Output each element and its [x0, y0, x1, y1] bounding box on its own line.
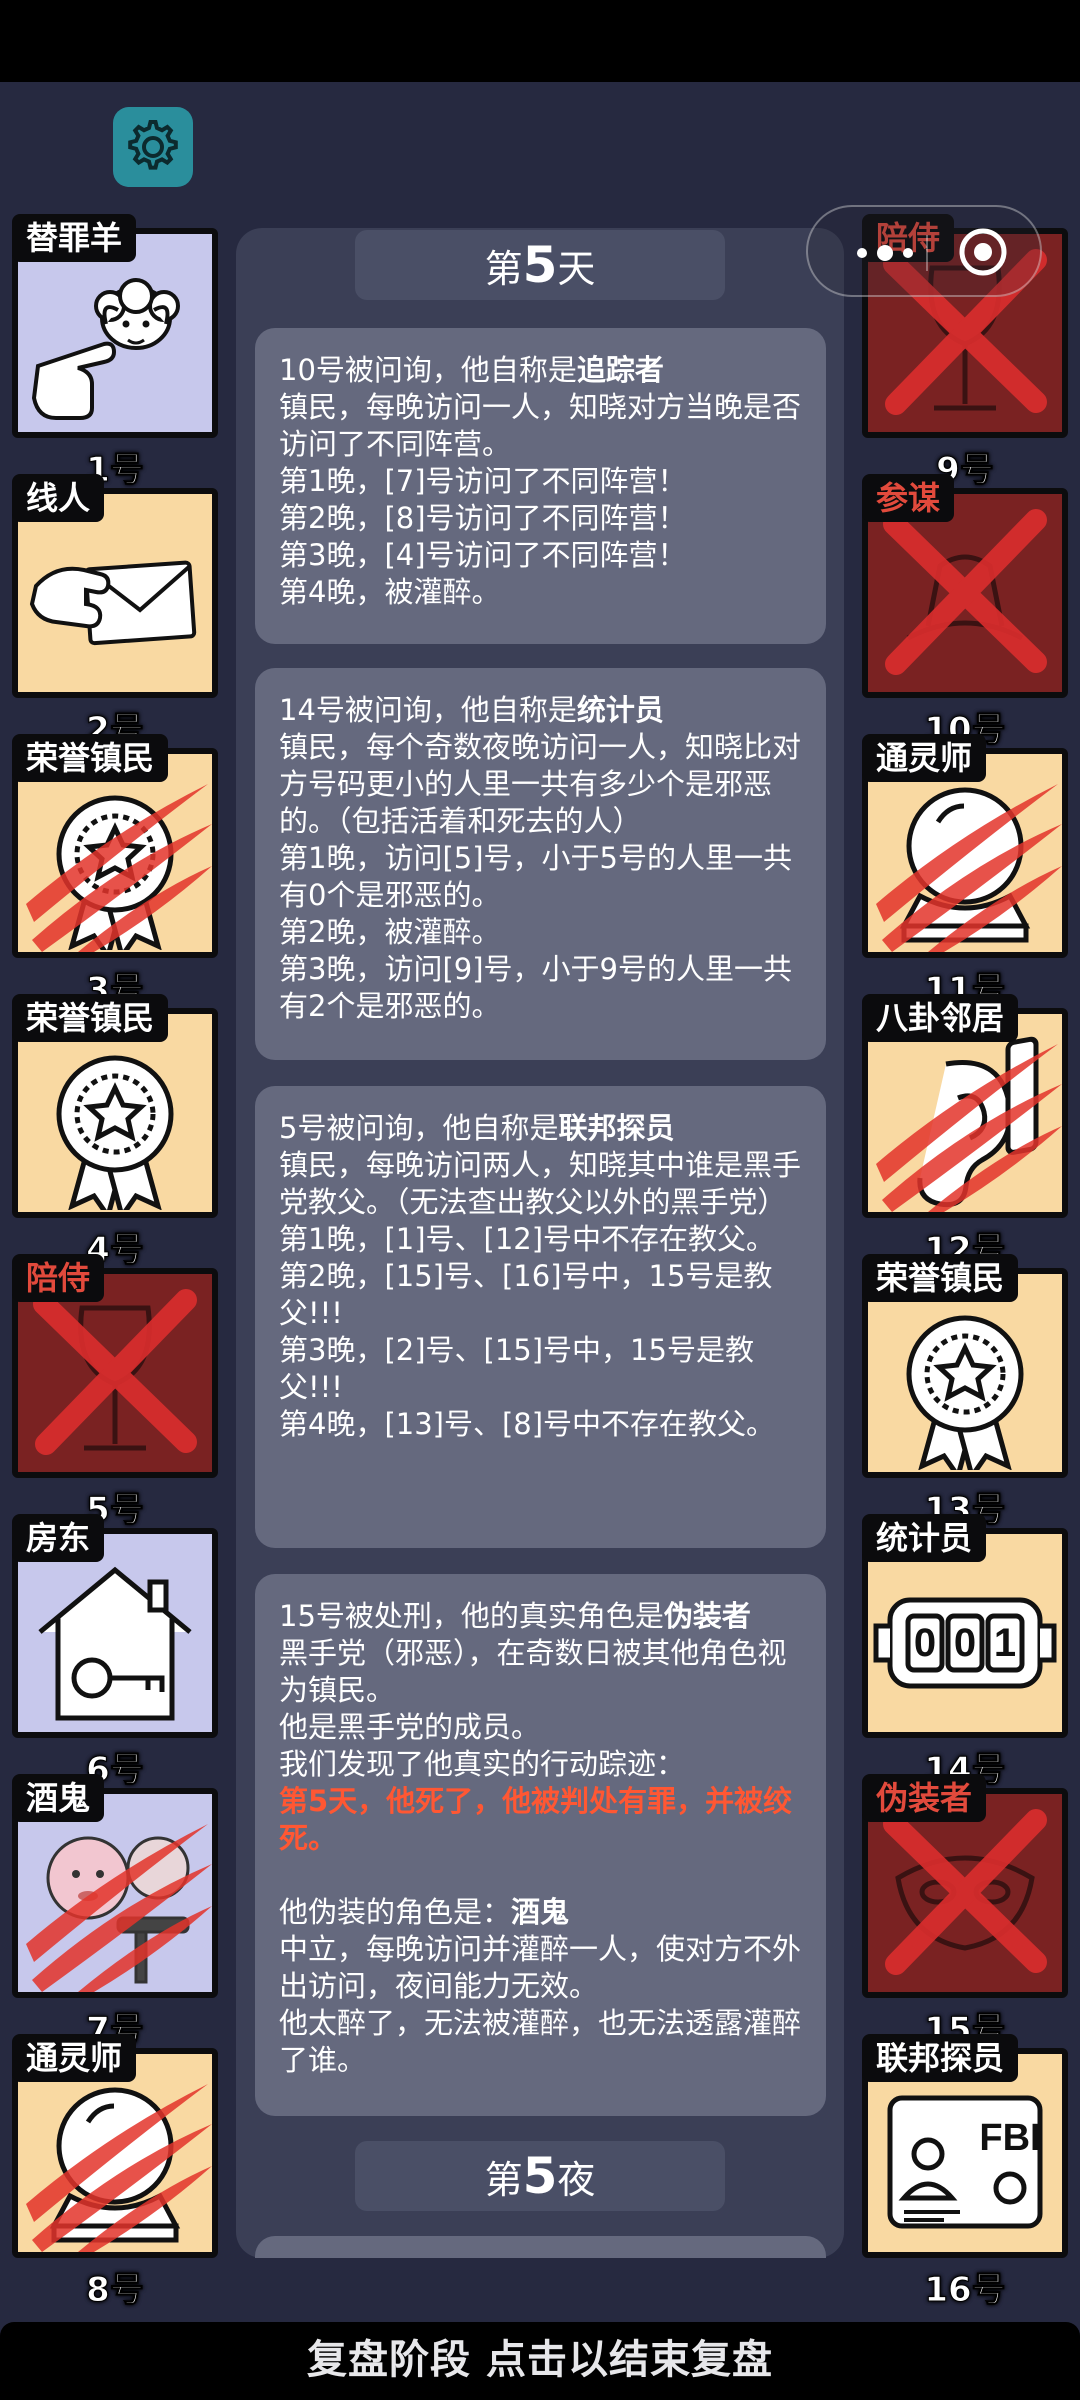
- claw-scratch-mark: [26, 784, 212, 952]
- player-card-6[interactable]: 房东 6号: [12, 1514, 218, 1791]
- highlight-text: 第5天，他死了，他被判处有罪，并被绞死。: [279, 1784, 793, 1855]
- player-card-2[interactable]: 线人 2号: [12, 474, 218, 751]
- role-name-bold: 伪装者: [663, 1599, 751, 1633]
- role-name-bold: 统计员: [576, 693, 664, 727]
- role-name-bold: 追踪者: [576, 353, 664, 387]
- player-card-5[interactable]: 陪侍 5号: [12, 1254, 218, 1531]
- role-name-tag: 八卦邻居: [862, 994, 1019, 1042]
- message-text: 他太醉了，无法被灌醉，也无法透露灌醉了谁。: [279, 2006, 802, 2077]
- message-text: 第3晚，[2]号、[15]号中，15号是教父!!!: [279, 1333, 754, 1404]
- message-text: 第2晚，被灌醉。: [279, 915, 501, 949]
- message-card-partial: [255, 2236, 826, 2258]
- status-bar: [0, 0, 1080, 82]
- player-card-7[interactable]: 酒鬼 7号: [12, 1774, 218, 2051]
- message-text: 第3晚，[4]号访问了不同阵营！: [279, 538, 687, 572]
- counter-digit: 1: [994, 1621, 1016, 1665]
- role-name-tag: 陪侍: [12, 1254, 105, 1302]
- message-card: 15号被处刑，他的真实角色是伪装者 黑手党（邪恶），在奇数日被其他角色视为镇民。他…: [255, 1574, 826, 2116]
- message-text: 第4晚，[13]号、[8]号中不存在教父。: [279, 1407, 776, 1441]
- message-text: 镇民，每个奇数夜晚访问一人，知晓比对方号码更小的人里一共有多少个是邪恶的。（包括…: [279, 730, 802, 838]
- player-card-15[interactable]: 伪装者 15号: [862, 1774, 1068, 2051]
- dead-x-mark: [33, 1289, 197, 1455]
- message-text: 第4晚，被灌醉。: [279, 575, 501, 609]
- role-name-bold: 酒鬼: [511, 1895, 570, 1929]
- message-text: 15号被处刑，他的真实角色是: [279, 1599, 664, 1633]
- role-name-tag: 荣誉镇民: [862, 1254, 1019, 1302]
- role-name-tag: 联邦探员: [862, 2034, 1019, 2082]
- message-card: 5号被问询，他自称是联邦探员 镇民，每晚访问两人，知晓其中谁是黑手党教父。（无法查…: [255, 1086, 826, 1548]
- more-dots-icon[interactable]: [850, 237, 920, 269]
- player-card-12[interactable]: 八卦邻居 12号: [862, 994, 1068, 1271]
- medal-icon: [906, 1315, 1024, 1470]
- message-text: 10号被问询，他自称是: [279, 353, 577, 387]
- sheep-finger-icon: [31, 278, 180, 420]
- role-name-tag: 替罪羊: [12, 214, 137, 262]
- role-name-tag: 荣誉镇民: [12, 734, 169, 782]
- house-key-icon: [38, 1566, 192, 1721]
- target-circle-icon[interactable]: [958, 227, 1008, 277]
- message-text: 第1晚，[7]号访问了不同阵营！: [279, 464, 687, 498]
- message-text: 他伪装的角色是：: [279, 1895, 512, 1929]
- message-text: 14号被问询，他自称是: [279, 693, 577, 727]
- end-review-button[interactable]: 复盘阶段 点击以结束复盘: [0, 2322, 1080, 2400]
- message-card: 14号被问询，他自称是统计员 镇民，每个奇数夜晚访问一人，知晓比对方号码更小的人里…: [255, 668, 826, 1060]
- player-card-11[interactable]: 通灵师 11号: [862, 734, 1068, 1011]
- message-text: 黑手党（邪恶），在奇数日被其他角色视为镇民。: [279, 1636, 787, 1707]
- message-text: 中立，每晚访问并灌醉一人，使对方不外出访问，夜间能力无效。: [279, 1932, 802, 2003]
- gear-icon: [128, 120, 178, 170]
- message-text: 我们发现了他真实的行动踪迹：: [279, 1747, 686, 1781]
- message-card: 10号被问询，他自称是追踪者 镇民，每晚访问一人，知晓对方当晚是否访问了不同阵营。…: [255, 328, 826, 644]
- role-name-tag: 通灵师: [12, 2034, 137, 2082]
- player-card-16[interactable]: FBI 联邦探员 16号: [862, 2034, 1068, 2311]
- message-text: 镇民，每晚访问两人，知晓其中谁是黑手党教父。（无法查出教父以外的黑手党）: [279, 1148, 802, 1219]
- player-card-4[interactable]: 荣誉镇民 4号: [12, 994, 218, 1271]
- player-card-8[interactable]: 通灵师 8号: [12, 2034, 218, 2311]
- player-card-14[interactable]: 0 0 1 统计员 14号: [862, 1514, 1068, 1791]
- fbi-badge-icon: FBI: [887, 2095, 1043, 2229]
- player-card-1[interactable]: 替罪羊 1号: [12, 214, 218, 491]
- counter-digit: 0: [954, 1621, 976, 1665]
- message-text: 第1晚，访问[5]号，小于5号的人里一共有0个是邪恶的。: [279, 841, 792, 912]
- role-name-bold: 联邦探员: [558, 1111, 675, 1145]
- claw-scratch-mark: [876, 1044, 1062, 1212]
- role-name-tag: 荣誉镇民: [12, 994, 169, 1042]
- day-header: 第5天: [355, 230, 725, 300]
- role-name-tag: 通灵师: [862, 734, 987, 782]
- message-text: 第3晚，访问[9]号，小于9号的人里一共有2个是邪恶的。: [279, 952, 792, 1023]
- mini-program-capsule: [806, 205, 1042, 297]
- player-number: 8号: [86, 2270, 145, 2311]
- dead-x-mark: [883, 509, 1047, 675]
- settings-button[interactable]: [113, 107, 193, 187]
- role-name-tag: 伪装者: [862, 1774, 987, 1822]
- claw-scratch-mark: [876, 784, 1062, 952]
- medal-icon: [56, 1055, 174, 1210]
- player-card-13[interactable]: 荣誉镇民 13号: [862, 1254, 1068, 1531]
- role-name-tag: 房东: [12, 1514, 105, 1562]
- claw-scratch-mark: [26, 2084, 212, 2252]
- counter-digit: 0: [914, 1621, 936, 1665]
- claw-scratch-mark: [26, 1824, 212, 1992]
- message-text: 第2晚，[8]号访问了不同阵营！: [279, 501, 687, 535]
- player-number: 16号: [924, 2270, 1006, 2311]
- player-card-3[interactable]: 荣誉镇民 3号: [12, 734, 218, 1011]
- message-text: 镇民，每晚访问一人，知晓对方当晚是否访问了不同阵营。: [279, 390, 802, 461]
- envelope-hand-icon: [29, 560, 197, 646]
- message-text: 第2晚，[15]号、[16]号中，15号是教父!!!: [279, 1259, 773, 1330]
- night-header: 第5夜: [355, 2141, 725, 2211]
- role-name-tag: 线人: [12, 474, 105, 522]
- message-text: 他是黑手党的成员。: [279, 1710, 541, 1744]
- dead-x-mark: [883, 1809, 1047, 1975]
- capsule-divider: [926, 235, 928, 271]
- role-name-tag: 参谋: [862, 474, 955, 522]
- message-text: 5号被问询，他自称是: [279, 1111, 559, 1145]
- counter-icon: 001: [873, 1597, 1057, 1689]
- role-name-tag: 统计员: [862, 1514, 987, 1562]
- fbi-badge-text: FBI: [979, 2117, 1040, 2159]
- message-text: 第1晚，[1]号、[12]号中不存在教父。: [279, 1222, 776, 1256]
- role-name-tag: 酒鬼: [12, 1774, 105, 1822]
- player-card-10[interactable]: 参谋 10号: [862, 474, 1068, 751]
